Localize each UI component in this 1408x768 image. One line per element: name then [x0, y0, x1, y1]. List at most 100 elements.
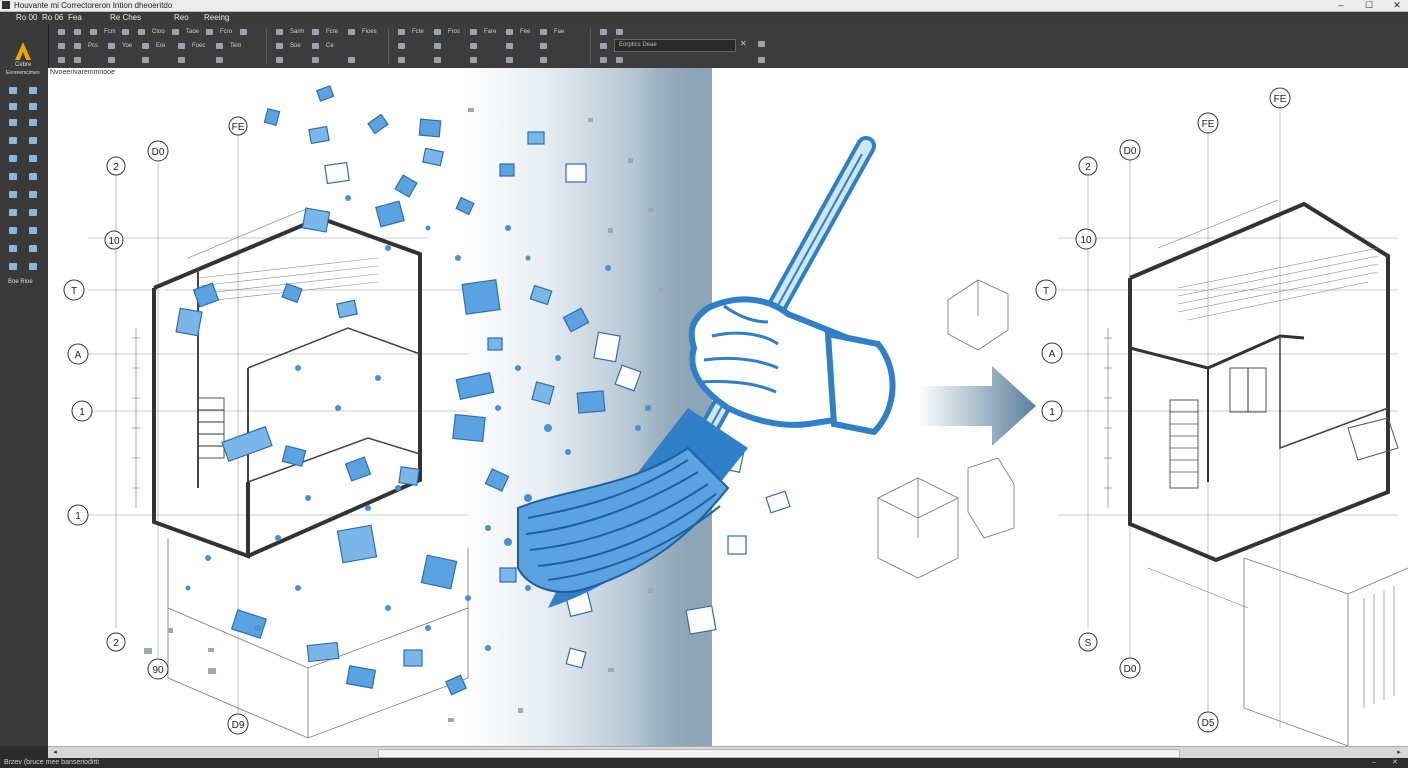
menu-item-3[interactable]: Fea [68, 12, 82, 24]
maximize-button[interactable]: ☐ [1362, 0, 1376, 11]
layer-tool-icon[interactable] [26, 188, 40, 200]
ribbon-label-16[interactable]: Foec [192, 41, 205, 51]
polar-icon[interactable] [538, 41, 549, 51]
view-icon[interactable] [598, 55, 609, 65]
snap-icon[interactable] [396, 41, 407, 51]
menu-item-5[interactable]: Reo [174, 12, 189, 24]
ribbon-label-7[interactable]: Fioes [362, 27, 377, 37]
zoom-icon[interactable] [310, 41, 321, 51]
menu-item-2[interactable]: Ro 06 [42, 12, 63, 24]
ribbon-label-9[interactable]: Fros [448, 27, 460, 37]
ortho-icon[interactable] [432, 41, 443, 51]
stretch-icon[interactable] [274, 55, 285, 65]
ribbon-label-12[interactable]: Fae [554, 27, 564, 37]
move-tool-icon[interactable] [6, 116, 20, 128]
command-input[interactable]: Eorptics Deae [614, 39, 736, 52]
select-icon[interactable] [56, 55, 67, 65]
scale-icon[interactable] [214, 55, 225, 65]
ribbon-label-2[interactable]: Ctoo [152, 27, 165, 37]
dim-tool-icon[interactable] [6, 170, 20, 182]
brush-tool-icon[interactable] [6, 206, 20, 218]
trim-icon[interactable] [396, 27, 407, 37]
arc-icon[interactable] [238, 27, 249, 37]
render-icon[interactable] [614, 55, 625, 65]
purge-icon[interactable] [396, 55, 407, 65]
extend-icon[interactable] [432, 27, 443, 37]
grid-icon[interactable] [468, 41, 479, 51]
ribbon-label-11[interactable]: Fee [520, 27, 530, 37]
pan-icon[interactable] [72, 55, 83, 65]
array-icon[interactable] [538, 27, 549, 37]
layers-icon[interactable] [538, 55, 549, 65]
ribbon-label-19[interactable]: Ce [326, 41, 334, 51]
mirror-tool-icon[interactable] [26, 134, 40, 146]
osnap-icon[interactable] [504, 41, 515, 51]
save-icon[interactable] [88, 27, 99, 37]
ribbon-label-15[interactable]: Ere [156, 41, 165, 51]
circle-icon[interactable] [204, 27, 215, 37]
clean-icon[interactable] [504, 55, 515, 65]
ribbon-label-8[interactable]: Fcte [412, 27, 424, 37]
break-icon[interactable] [346, 55, 357, 65]
ribbon-label-14[interactable]: Yoe [122, 41, 132, 51]
undo-icon[interactable] [120, 27, 131, 37]
fill-tool-icon[interactable] [26, 242, 40, 254]
new-icon[interactable] [56, 27, 67, 37]
match-icon[interactable] [598, 41, 609, 51]
open-icon[interactable] [72, 27, 83, 37]
draw-line-icon[interactable] [6, 84, 20, 96]
dimension-icon[interactable] [140, 41, 151, 51]
measure-tool-icon[interactable] [26, 260, 40, 272]
ribbon-label-18[interactable]: Soe [290, 41, 301, 51]
audit-icon[interactable] [432, 55, 443, 65]
text-tool-icon[interactable] [6, 152, 20, 164]
leader-tool-icon[interactable] [26, 170, 40, 182]
ribbon-label-13[interactable]: Pcs [88, 41, 98, 51]
draw-poly-icon[interactable] [26, 100, 40, 112]
ribbon-label-17[interactable]: Tem [230, 41, 241, 51]
redo-icon[interactable] [136, 27, 147, 37]
pen-tool-icon[interactable] [26, 224, 40, 236]
erase-icon[interactable] [106, 55, 117, 65]
mirror-icon[interactable] [504, 27, 515, 37]
help-icon[interactable] [756, 55, 767, 65]
search-tool-icon[interactable] [6, 224, 20, 236]
hatch-icon[interactable] [106, 41, 117, 51]
settings-icon[interactable] [756, 39, 767, 49]
draw-rect-icon[interactable] [6, 100, 20, 112]
ribbon-label-5[interactable]: Sarm [290, 27, 304, 37]
ribbon-label-3[interactable]: Taoe [186, 27, 199, 37]
close-button[interactable]: ✕ [1390, 0, 1404, 11]
eraser-tool-icon[interactable] [26, 206, 40, 218]
ribbon-label-4[interactable]: Fcro [220, 27, 232, 37]
status-minimize-icon[interactable]: – [1372, 758, 1376, 768]
globe-tool-icon[interactable] [6, 260, 20, 272]
status-close-icon[interactable]: ✕ [1392, 758, 1398, 768]
text-icon[interactable] [176, 41, 187, 51]
line-icon[interactable] [170, 27, 181, 37]
rectangle-icon[interactable] [56, 41, 67, 51]
block-icon[interactable] [214, 41, 225, 51]
rotate-tool-icon[interactable] [26, 116, 40, 128]
copy-tool-icon[interactable] [6, 134, 20, 146]
minimize-button[interactable]: – [1334, 0, 1348, 11]
polyline-icon[interactable] [72, 41, 83, 51]
properties-icon[interactable] [614, 27, 625, 37]
overkill-icon[interactable] [468, 55, 479, 65]
layer-icon[interactable] [598, 27, 609, 37]
ribbon-label-1[interactable]: Fcm [104, 27, 116, 37]
offset-icon[interactable] [176, 55, 187, 65]
menu-item-1[interactable]: Ro 00 [16, 12, 37, 24]
menu-item-6[interactable]: Reeing [204, 12, 229, 24]
drawing-canvas[interactable]: Nvoeerivaremmnooe 2 10 T A 1 1 2 FE D0 9… [48, 68, 1408, 746]
fillet-icon[interactable] [468, 27, 479, 37]
ribbon-label-10[interactable]: Fare [484, 27, 496, 37]
command-close-icon[interactable]: ✕ [740, 39, 747, 49]
scissor-tool-icon[interactable] [6, 242, 20, 254]
mtext-tool-icon[interactable] [26, 152, 40, 164]
explode-icon[interactable] [140, 55, 151, 65]
scroll-thumb[interactable] [378, 749, 1180, 758]
measure-icon[interactable] [274, 41, 285, 51]
menu-item-4[interactable]: Re Ches [110, 12, 141, 24]
draw-arc-icon[interactable] [26, 84, 40, 96]
